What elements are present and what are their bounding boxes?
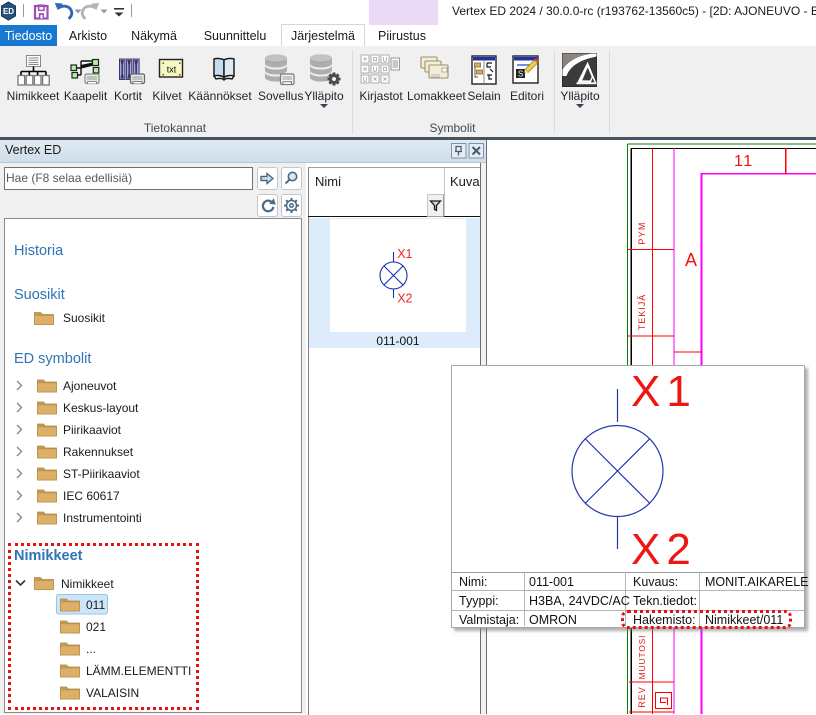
svg-text:X2: X2 [397,292,412,306]
svg-text:A: A [685,250,697,270]
svg-text:S: S [518,70,523,79]
svg-text:X1: X1 [397,247,412,261]
svg-text:11: 11 [734,153,754,170]
